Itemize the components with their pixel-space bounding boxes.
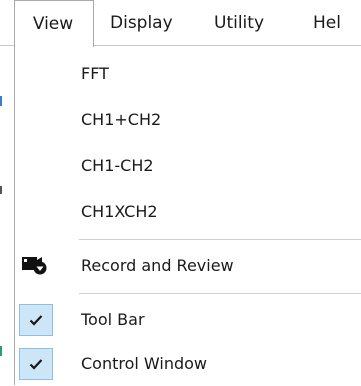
menu-display[interactable]: Display (110, 0, 173, 46)
menu-item-label: CH1XCH2 (81, 202, 158, 221)
checkmark-icon (29, 315, 43, 326)
menu-item-label: CH1+CH2 (81, 110, 162, 129)
record-review-icon (22, 257, 47, 275)
menu-bar: View Display Utility Hel (0, 0, 361, 47)
edge-mark (0, 186, 2, 194)
menu-item-ch1-plus-ch2[interactable]: CH1+CH2 (15, 98, 361, 142)
menu-item-ch1-minus-ch2[interactable]: CH1-CH2 (15, 144, 361, 188)
view-dropdown-menu: FFT CH1+CH2 CH1-CH2 CH1XCH2 Record and R… (14, 46, 361, 385)
menu-utility[interactable]: Utility (214, 0, 264, 46)
menu-item-tool-bar[interactable]: Tool Bar (15, 298, 361, 342)
menu-item-label: Tool Bar (81, 310, 145, 329)
menu-item-label: CH1-CH2 (81, 156, 154, 175)
menu-item-control-window[interactable]: Control Window (15, 342, 361, 386)
checked-indicator (19, 304, 53, 336)
menu-item-label: FFT (81, 64, 109, 83)
edge-mark (0, 346, 2, 356)
menu-view[interactable]: View (14, 0, 94, 47)
background-window-edge (0, 46, 4, 385)
menu-item-ch1-times-ch2[interactable]: CH1XCH2 (15, 190, 361, 234)
menu-item-label: Control Window (81, 354, 208, 373)
menu-view-label: View (32, 14, 74, 34)
checkmark-icon (29, 359, 43, 370)
checked-indicator (19, 348, 53, 380)
menu-item-record-review[interactable]: Record and Review (15, 244, 361, 288)
edge-mark (0, 96, 2, 106)
menu-item-fft[interactable]: FFT (15, 52, 361, 96)
menu-item-label: Record and Review (81, 256, 234, 275)
menu-help[interactable]: Hel (313, 0, 341, 46)
menu-separator (79, 239, 361, 240)
menu-separator (79, 293, 361, 294)
